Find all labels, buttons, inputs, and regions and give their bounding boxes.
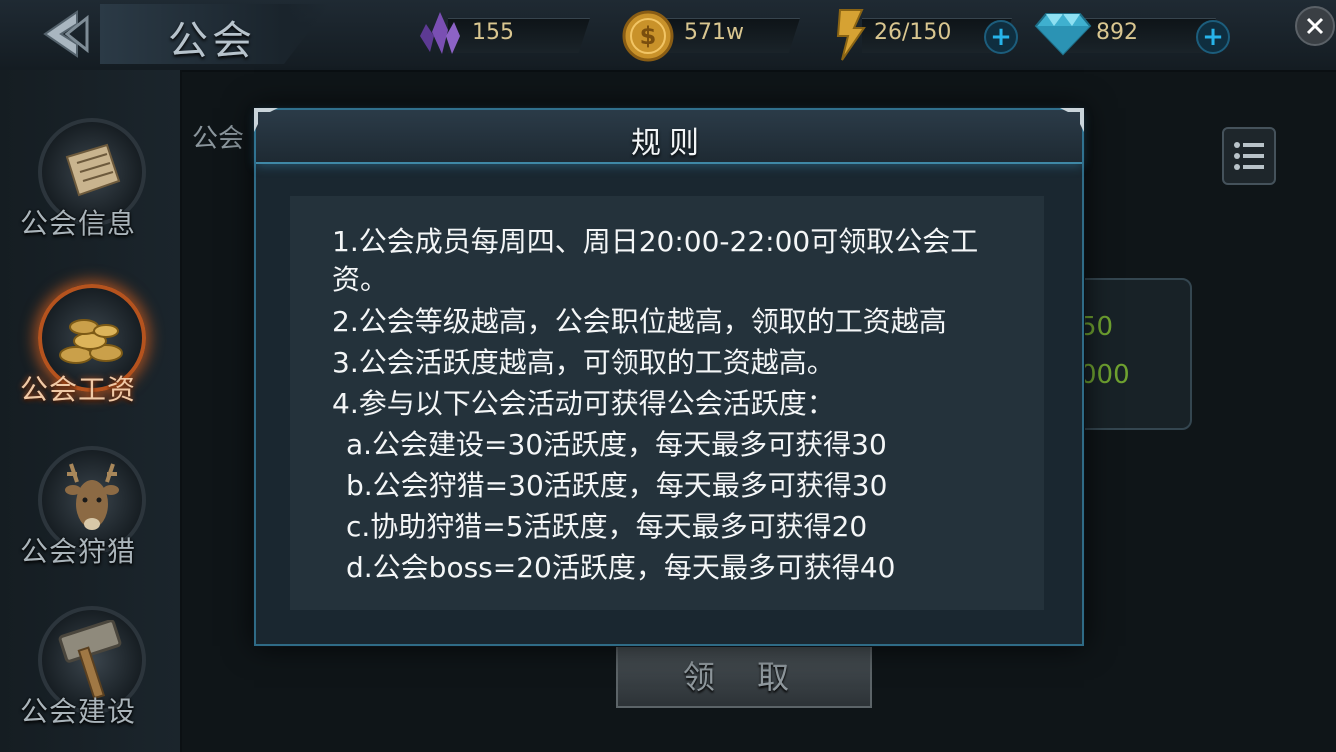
stamina-value: 26/150 (874, 20, 952, 45)
sidebar-item-label: 公会狩猎 (20, 535, 137, 568)
corner-ornament-icon (1060, 108, 1084, 132)
dialog-title: 规则 (631, 126, 707, 161)
rule-line: 2.公会等级越高，公会职位越高，领取的工资越高 (332, 305, 947, 338)
rule-line: a.公会建设=30活跃度，每天最多可获得30 (346, 428, 887, 461)
rule-line: 1.公会成员每周四、周日20:00-22:00可领取公会工 (332, 225, 979, 258)
back-button[interactable] (30, 4, 100, 64)
rule-line: b.公会狩猎=30活跃度，每天最多可获得30 (346, 469, 888, 502)
content-tab-label: 公会 (192, 124, 245, 154)
deer-icon (65, 463, 119, 530)
rule-line: c.协助狩猎=5活跃度，每天最多可获得20 (346, 510, 868, 543)
sidebar-item-label: 公会信息 (20, 207, 137, 240)
lightning-icon (836, 9, 866, 61)
rules-text-box: 1.公会成员每周四、周日20:00-22:00可领取公会工 资。 2.公会等级越… (290, 196, 1044, 610)
rule-line: 资。 (332, 263, 389, 296)
diamond-value: 892 (1096, 20, 1138, 45)
diamond-icon (1034, 13, 1092, 56)
corner-ornament-icon (254, 108, 278, 132)
rule-line: d.公会boss=20活跃度，每天最多可获得40 (346, 551, 896, 584)
salary-value-2: 000 (1080, 360, 1130, 390)
gold-coin-icon: $ (622, 10, 674, 62)
list-menu-button[interactable] (1222, 127, 1276, 185)
sidebar-item-guild-salary[interactable]: 公会工资 (20, 284, 170, 424)
crystal-value: 155 (472, 20, 514, 45)
sidebar-item-guild-build[interactable]: 公会建设 (20, 606, 170, 746)
sidebar-item-label: 公会工资 (20, 373, 137, 406)
rule-line: 3.公会活跃度越高，可领取的工资越高。 (332, 346, 835, 379)
add-stamina-button[interactable]: + (984, 20, 1018, 54)
list-icon (1234, 142, 1264, 170)
close-icon (1306, 17, 1324, 35)
sidebar-item-guild-info[interactable]: 公会信息 (20, 118, 170, 258)
hammer-icon (58, 620, 122, 700)
purple-crystal-icon (420, 12, 460, 54)
scroll-icon (65, 143, 121, 197)
gold-value: 571w (684, 20, 744, 45)
back-arrow-icon (43, 10, 89, 58)
svg-text:$: $ (640, 22, 657, 50)
rule-line: 4.参与以下公会活动可获得公会活跃度： (332, 387, 835, 420)
claim-button[interactable]: 领 取 (616, 642, 872, 708)
coins-icon (59, 319, 123, 364)
add-diamond-button[interactable]: + (1196, 20, 1230, 54)
rules-dialog: 规则 1.公会成员每周四、周日20:00-22:00可领取公会工 资。 2.公会… (254, 108, 1084, 646)
close-button[interactable] (1295, 6, 1335, 46)
sidebar-item-label: 公会建设 (20, 695, 137, 728)
crystal-counter (448, 18, 590, 53)
sidebar-item-guild-hunt[interactable]: 公会狩猎 (20, 446, 170, 586)
salary-value-1: 50 (1080, 312, 1114, 342)
page-title: 公会 (168, 18, 256, 64)
